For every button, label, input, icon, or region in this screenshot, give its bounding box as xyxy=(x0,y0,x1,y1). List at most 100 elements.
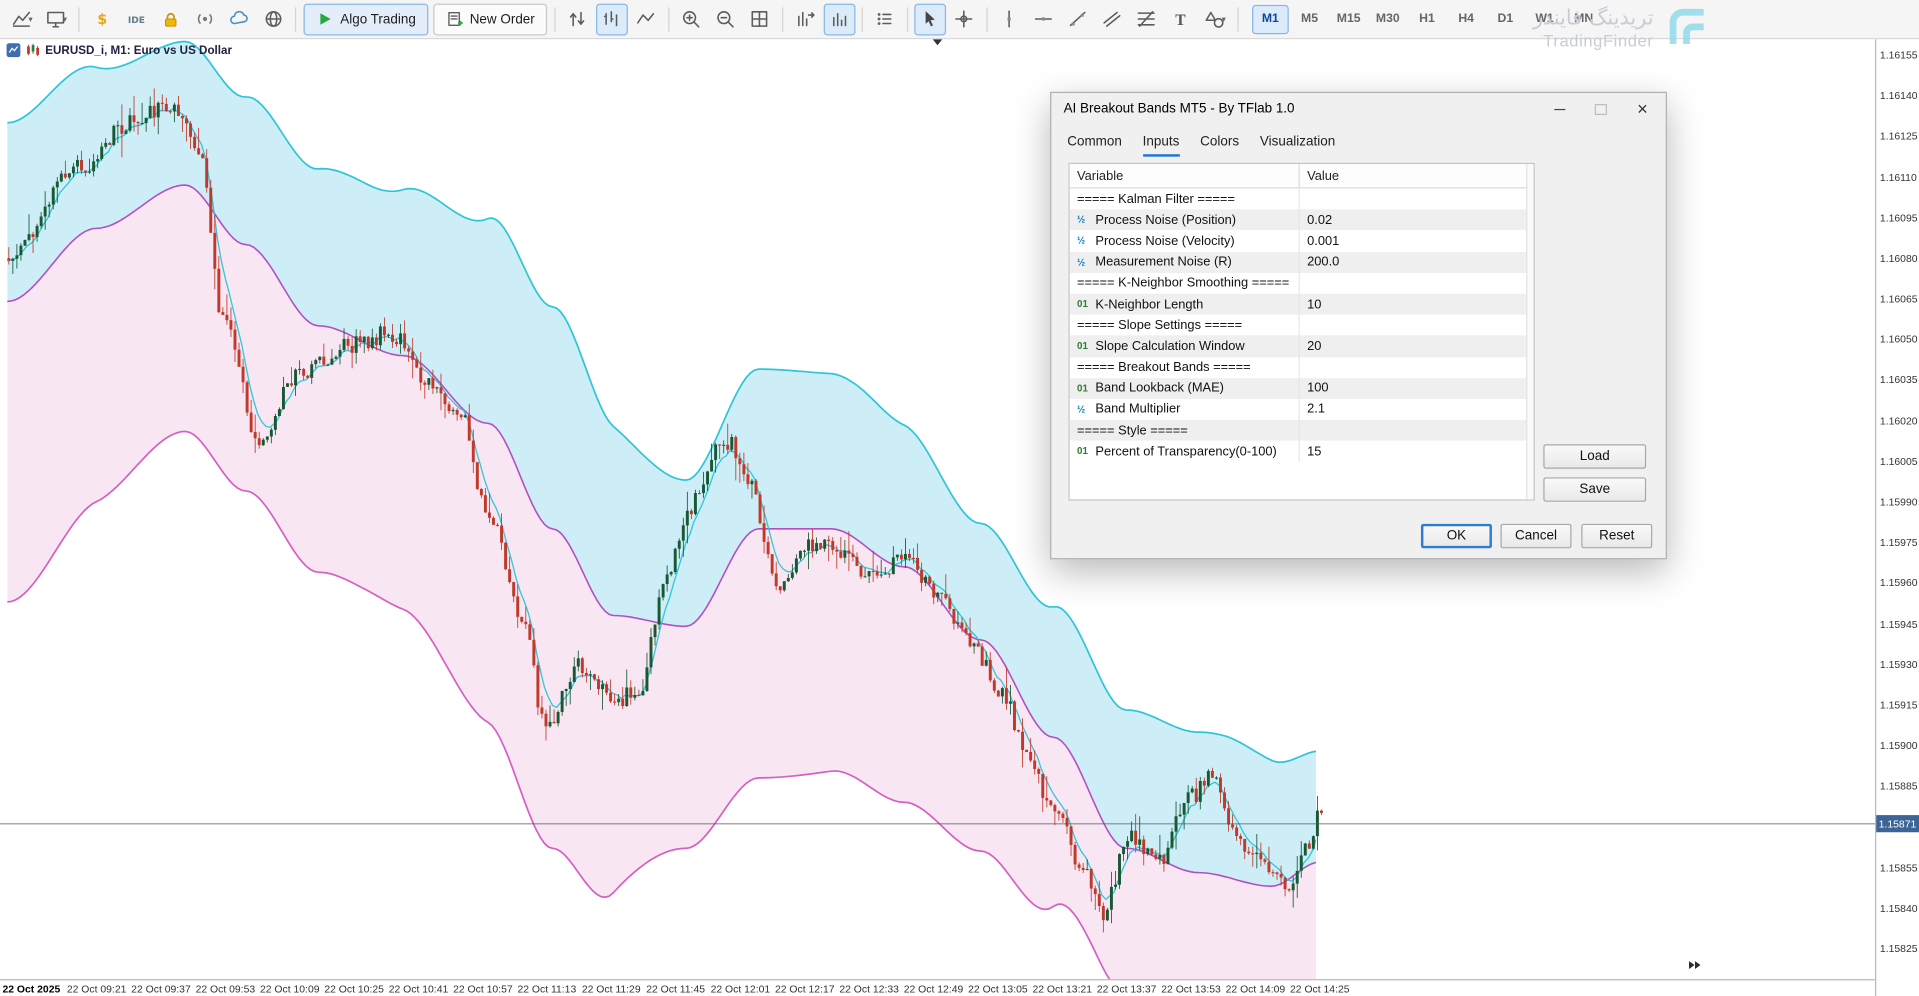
channel-icon[interactable] xyxy=(1097,3,1129,35)
parameter-section-row[interactable]: ===== Style ===== xyxy=(1070,420,1534,441)
cursor-icon[interactable] xyxy=(914,3,946,35)
reset-button[interactable]: Reset xyxy=(1581,524,1652,548)
double-type-icon: ½ xyxy=(1077,236,1090,247)
load-button[interactable]: Load xyxy=(1543,444,1646,468)
timeframe-m1[interactable]: M1 xyxy=(1252,4,1289,33)
parameter-name-cell: 01Band Lookback (MAE) xyxy=(1070,378,1300,399)
tick-chart-icon[interactable] xyxy=(562,3,594,35)
cancel-button[interactable]: Cancel xyxy=(1501,524,1572,548)
price-axis-label: 1.16005 xyxy=(1880,455,1918,467)
parameter-value-cell[interactable]: 20 xyxy=(1300,339,1534,354)
depth-of-market-icon[interactable] xyxy=(869,3,901,35)
parameter-row[interactable]: ½Process Noise (Velocity)0.001 xyxy=(1070,231,1534,252)
timeframe-mn[interactable]: MN xyxy=(1565,4,1602,33)
toolbar-separator xyxy=(1237,7,1238,31)
parameter-row[interactable]: ½Process Noise (Position)0.02 xyxy=(1070,210,1534,231)
web-terminal-icon[interactable] xyxy=(257,3,289,35)
scroll-marker-icon[interactable] xyxy=(933,39,943,45)
parameter-value-cell[interactable]: 100 xyxy=(1300,381,1534,396)
ok-button[interactable]: OK xyxy=(1421,524,1492,548)
parameter-label: ===== Breakout Bands ===== xyxy=(1077,360,1251,375)
parameter-row[interactable]: 01K-Neighbor Length10 xyxy=(1070,294,1534,315)
close-button[interactable]: × xyxy=(1622,93,1664,125)
save-button[interactable]: Save xyxy=(1543,477,1646,501)
maximize-button[interactable] xyxy=(1580,93,1622,125)
data-window-icon[interactable] xyxy=(789,3,821,35)
tab-inputs[interactable]: Inputs xyxy=(1143,135,1180,157)
price-axis-label: 1.16080 xyxy=(1880,252,1918,264)
dialog-window-controls: × xyxy=(1538,93,1663,125)
market-watch-icon[interactable]: $ xyxy=(86,3,118,35)
signal-icon[interactable] xyxy=(188,3,220,35)
parameter-row[interactable]: 01Slope Calculation Window20 xyxy=(1070,336,1534,357)
timeframe-d1[interactable]: D1 xyxy=(1487,4,1524,33)
indicator-list-icon[interactable] xyxy=(824,3,856,35)
parameter-value-cell[interactable]: 10 xyxy=(1300,297,1534,312)
tab-colors[interactable]: Colors xyxy=(1200,135,1239,157)
text-tool-icon[interactable]: T xyxy=(1165,3,1197,35)
candles-icon xyxy=(26,43,41,58)
bar-chart-icon[interactable] xyxy=(596,3,628,35)
time-axis-label: 22 Oct 12:33 xyxy=(839,983,899,995)
dialog-titlebar[interactable]: AI Breakout Bands MT5 - By TFlab 1.0 × xyxy=(1051,93,1665,125)
vertical-line-icon[interactable] xyxy=(994,3,1026,35)
parameter-section-row[interactable]: ===== Breakout Bands ===== xyxy=(1070,357,1534,378)
column-header-variable[interactable]: Variable xyxy=(1070,164,1300,187)
time-axis-label: 22 Oct 12:01 xyxy=(711,983,771,995)
trendline-icon[interactable] xyxy=(1062,3,1094,35)
tile-windows-icon[interactable] xyxy=(744,3,776,35)
parameter-name-cell: ===== K-Neighbor Smoothing ===== xyxy=(1070,273,1300,294)
chevron-down-icon: ▾ xyxy=(28,14,32,24)
line-chart-icon[interactable] xyxy=(630,3,662,35)
zoom-out-icon[interactable] xyxy=(710,3,742,35)
new-order-button[interactable]: New Order xyxy=(433,3,547,35)
minimize-button[interactable] xyxy=(1538,93,1580,125)
integer-type-icon: 01 xyxy=(1077,383,1090,394)
timeframe-m15[interactable]: M15 xyxy=(1330,4,1367,33)
cloud-icon[interactable] xyxy=(223,3,255,35)
parameter-value-cell[interactable]: 15 xyxy=(1300,444,1534,459)
toolbar-separator xyxy=(862,7,863,31)
crosshair-icon[interactable] xyxy=(948,3,980,35)
price-axis-label: 1.15990 xyxy=(1880,496,1918,508)
price-axis-label: 1.16035 xyxy=(1880,374,1918,386)
zoom-in-icon[interactable] xyxy=(676,3,708,35)
scroll-to-end-icon[interactable] xyxy=(1687,957,1703,979)
parameter-label: ===== K-Neighbor Smoothing ===== xyxy=(1077,276,1289,291)
parameter-value-cell[interactable]: 0.02 xyxy=(1300,213,1534,228)
parameter-label: Band Multiplier xyxy=(1095,402,1180,417)
algo-trading-button[interactable]: Algo Trading xyxy=(304,3,429,35)
chart-profile-icon[interactable]: ▾ xyxy=(40,3,72,35)
parameter-row[interactable]: ½Band Multiplier2.1 xyxy=(1070,399,1534,420)
parameter-section-row[interactable]: ===== Kalman Filter ===== xyxy=(1070,188,1534,209)
parameter-row[interactable]: ½Measurement Noise (R)200.0 xyxy=(1070,252,1534,273)
tab-visualization[interactable]: Visualization xyxy=(1260,135,1335,157)
timeframe-h1[interactable]: H1 xyxy=(1409,4,1446,33)
timeframe-h4[interactable]: H4 xyxy=(1448,4,1485,33)
table-scrollbar[interactable] xyxy=(1526,164,1533,499)
parameter-row[interactable]: 01Percent of Transparency(0-100)15 xyxy=(1070,441,1534,462)
tab-common[interactable]: Common xyxy=(1067,135,1122,157)
price-axis[interactable]: 1.15871 1.161551.161401.161251.161101.16… xyxy=(1875,39,1919,996)
parameter-value-cell[interactable]: 0.001 xyxy=(1300,234,1534,249)
time-axis[interactable]: 22 Oct 202522 Oct 09:2122 Oct 09:3722 Oc… xyxy=(0,979,1875,996)
chart-type-icon[interactable]: ▾ xyxy=(6,3,38,35)
parameter-section-row[interactable]: ===== K-Neighbor Smoothing ===== xyxy=(1070,273,1534,294)
shapes-icon[interactable]: ▾ xyxy=(1199,3,1231,35)
timeframe-m5[interactable]: M5 xyxy=(1291,4,1328,33)
toolbar-separator xyxy=(668,7,669,31)
parameter-value-cell[interactable]: 2.1 xyxy=(1300,402,1534,417)
lock-icon[interactable] xyxy=(154,3,186,35)
toolbar-separator xyxy=(907,7,908,31)
time-axis-label: 22 Oct 10:41 xyxy=(389,983,449,995)
parameter-value-cell[interactable]: 200.0 xyxy=(1300,255,1534,270)
parameter-row[interactable]: 01Band Lookback (MAE)100 xyxy=(1070,378,1534,399)
chevron-down-icon: ▾ xyxy=(63,14,67,24)
parameter-section-row[interactable]: ===== Slope Settings ===== xyxy=(1070,315,1534,336)
fibonacci-icon[interactable] xyxy=(1131,3,1163,35)
timeframe-w1[interactable]: W1 xyxy=(1526,4,1563,33)
ide-icon[interactable]: IDE xyxy=(120,3,152,35)
column-header-value[interactable]: Value xyxy=(1300,168,1534,183)
timeframe-m30[interactable]: M30 xyxy=(1369,4,1406,33)
horizontal-line-icon[interactable] xyxy=(1028,3,1060,35)
